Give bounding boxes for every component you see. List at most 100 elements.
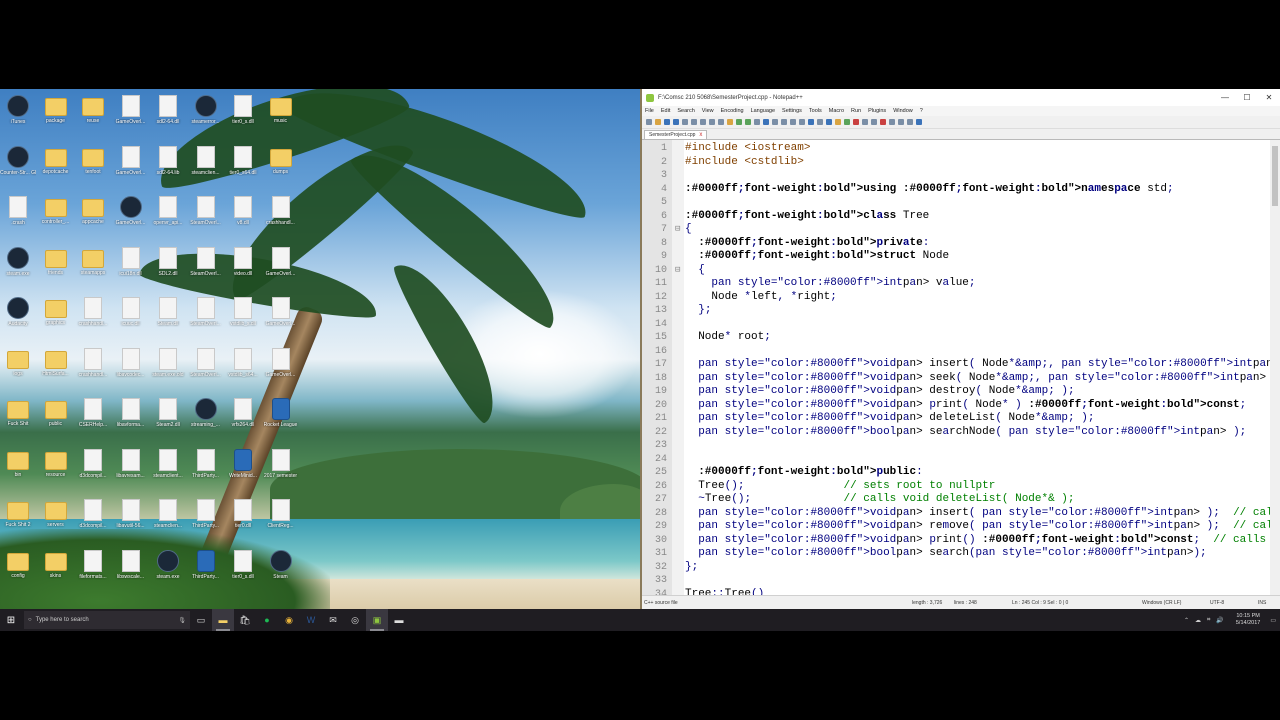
zoom-in-icon[interactable] — [772, 119, 778, 125]
code-line[interactable]: 33 — [642, 574, 1270, 588]
desktop-icon[interactable]: d3dcompil... — [75, 447, 111, 495]
code-line[interactable]: 28 pan style="color:#8000ff">voidpan> in… — [642, 507, 1270, 521]
code-line[interactable]: 25 :#0000ff;font-weight:bold">public: — [642, 466, 1270, 480]
menu-item-settings[interactable]: Settings — [782, 108, 802, 114]
menu-item-file[interactable]: File — [645, 108, 654, 114]
desktop-icon[interactable]: v8.dll — [225, 194, 261, 242]
close-file-icon[interactable] — [682, 119, 688, 125]
code-line[interactable]: 17 pan style="color:#8000ff">voidpan> in… — [642, 358, 1270, 372]
desktop-icon[interactable]: crashhandl... — [75, 295, 111, 343]
menu-item-encoding[interactable]: Encoding — [721, 108, 744, 114]
desktop-icon[interactable]: CSERHelp... — [75, 396, 111, 444]
desktop-icon[interactable]: sdl2-64.dll — [150, 93, 186, 141]
fold-marker-icon[interactable]: ⊟ — [675, 264, 680, 278]
desktop-icon[interactable]: config — [0, 548, 36, 596]
stop-macro-icon[interactable] — [889, 119, 895, 125]
volume-icon[interactable]: 🔊 — [1216, 617, 1223, 624]
desktop-icon[interactable]: icui18n.dll — [113, 245, 149, 293]
notifications-icon[interactable]: ▭ — [1270, 617, 1276, 624]
save-all-icon[interactable] — [673, 119, 679, 125]
desktop-icon[interactable]: fileformats... — [75, 548, 111, 596]
desktop-icon[interactable]: skins — [38, 548, 74, 596]
desktop-icon[interactable]: controller_... — [38, 194, 74, 242]
store-icon[interactable]: 🛍 — [234, 609, 256, 631]
desktop-icon[interactable]: libavresam... — [113, 447, 149, 495]
desktop-icon[interactable]: streaming_... — [188, 396, 224, 444]
chrome-icon[interactable]: ◉ — [278, 609, 300, 631]
scrollbar-thumb[interactable] — [1272, 146, 1278, 206]
desktop-icon[interactable]: libavutil-56... — [113, 497, 149, 545]
desktop-icon[interactable]: libavforma... — [113, 396, 149, 444]
undo-icon[interactable] — [736, 119, 742, 125]
desktop-icon[interactable]: GameOverl... — [113, 144, 149, 192]
code-line[interactable]: 1 #include <iostream> — [642, 142, 1270, 156]
replace-icon[interactable] — [763, 119, 769, 125]
menu-item-macro[interactable]: Macro — [829, 108, 844, 114]
cut-icon[interactable] — [709, 119, 715, 125]
save-macro-icon[interactable] — [916, 119, 922, 125]
desktop-icon[interactable]: video.dll — [225, 245, 261, 293]
desktop-icon[interactable]: package — [38, 93, 74, 141]
code-line[interactable]: 7 ⊟ { — [642, 223, 1270, 237]
steam-icon[interactable]: ◎ — [344, 609, 366, 631]
desktop-icon[interactable]: GameOverl... — [113, 194, 149, 242]
code-line[interactable]: 20 pan style="color:#8000ff">voidpan> pr… — [642, 399, 1270, 413]
desktop-icon[interactable]: Steam — [263, 548, 299, 596]
sync-horizontal-icon[interactable] — [799, 119, 805, 125]
redo-icon[interactable] — [745, 119, 751, 125]
desktop-icon[interactable]: music — [263, 93, 299, 141]
copy-icon[interactable] — [718, 119, 724, 125]
desktop-icon[interactable]: tier0_s64.dll — [225, 144, 261, 192]
menu-item-plugins[interactable]: Plugins — [868, 108, 886, 114]
desktop-icon[interactable]: SteamOverl... — [188, 346, 224, 394]
folder-workspace-icon[interactable] — [862, 119, 868, 125]
search-box[interactable]: ○ Type here to search 🎙 — [24, 611, 190, 629]
desktop-icon[interactable]: Rocket League — [263, 396, 299, 444]
desktop-icon[interactable]: ClientReg... — [263, 497, 299, 545]
desktop-icon[interactable]: steam.exe.old — [150, 346, 186, 394]
show-all-chars-icon[interactable] — [817, 119, 823, 125]
desktop-icon[interactable]: ThirdParty... — [188, 447, 224, 495]
desktop-icon[interactable]: tier0_s.dll — [225, 93, 261, 141]
word-wrap-icon[interactable] — [808, 119, 814, 125]
code-line[interactable]: 2 #include <cstdlib> — [642, 156, 1270, 170]
desktop-icon[interactable]: depotcache — [38, 144, 74, 192]
desktop-icon[interactable]: SteamOverl... — [188, 194, 224, 242]
fold-marker-icon[interactable]: ⊟ — [675, 223, 680, 237]
tab-close-icon[interactable]: x — [699, 132, 702, 138]
desktop-icon[interactable]: GameOverl... — [263, 346, 299, 394]
run-macro-multiple-icon[interactable] — [907, 119, 913, 125]
desktop-icon[interactable]: Fuck Shit — [0, 396, 36, 444]
desktop-icon[interactable]: steam.exe — [150, 548, 186, 596]
desktop-icon[interactable]: tier0_s.dll — [225, 548, 261, 596]
desktop-icon[interactable]: libswscale... — [113, 548, 149, 596]
code-line[interactable]: 6:#0000ff;font-weight:bold">class Tree — [642, 210, 1270, 224]
desktop-icon[interactable]: iTunes — [0, 93, 36, 141]
maximize-button[interactable]: ☐ — [1236, 93, 1258, 102]
code-line[interactable]: 16 — [642, 345, 1270, 359]
indent-guide-icon[interactable] — [826, 119, 832, 125]
desktop-icon[interactable]: ThirdParty... — [188, 548, 224, 596]
code-line[interactable]: 14 — [642, 318, 1270, 332]
word-icon[interactable]: W — [300, 609, 322, 631]
code-line[interactable]: 3 — [642, 169, 1270, 183]
menu-item-run[interactable]: Run — [851, 108, 861, 114]
desktop-icon[interactable]: WriteMinid... — [225, 447, 261, 495]
desktop-icon[interactable]: SteamOverl... — [188, 295, 224, 343]
monitoring-icon[interactable] — [871, 119, 877, 125]
code-line[interactable]: 29 pan style="color:#8000ff">voidpan> re… — [642, 520, 1270, 534]
desktop-icon[interactable]: graphics — [38, 295, 74, 343]
code-editor[interactable]: 1 #include <iostream> 2 #include <cstdlib> 3… — [642, 140, 1270, 596]
clock[interactable]: 10:15 PM 5/14/2017 — [1236, 613, 1260, 627]
play-macro-icon[interactable] — [898, 119, 904, 125]
desktop-icon[interactable]: dumps — [263, 144, 299, 192]
record-macro-icon[interactable] — [880, 119, 886, 125]
desktop-icon[interactable]: steamclien... — [188, 144, 224, 192]
desktop-icon[interactable]: resource — [38, 447, 74, 495]
desktop-icon[interactable]: vrfs264.dll — [225, 396, 261, 444]
desktop-icon[interactable]: Audacity — [0, 295, 36, 343]
menu-item-edit[interactable]: Edit — [661, 108, 670, 114]
desktop-icon[interactable]: ThirdParty... — [188, 497, 224, 545]
document-map-icon[interactable] — [844, 119, 850, 125]
open-file-icon[interactable] — [655, 119, 661, 125]
